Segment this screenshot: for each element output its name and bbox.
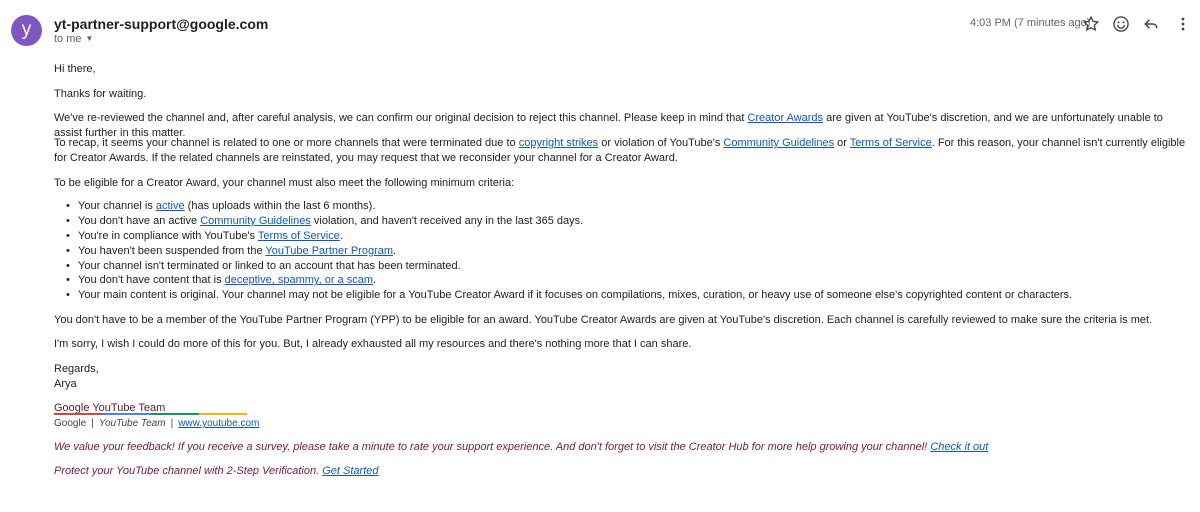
sender-email[interactable]: yt-partner-support@google.com [54,16,268,32]
ypp-paragraph: You don't have to be a member of the You… [54,314,1153,326]
copyright-strikes-link[interactable]: copyright strikes [519,137,598,149]
star-icon[interactable] [1081,14,1101,34]
agent-name: Arya [54,378,77,390]
text: . [393,244,397,257]
list-item: You don't have content that is deceptive… [66,273,1072,288]
text: To recap, it seems your channel is relat… [54,137,519,149]
criteria-list: Your channel is active (has uploads with… [66,199,1073,303]
list-item: Your main content is original. Your chan… [66,288,1073,303]
text: You don't have an active [78,214,201,227]
get-started-link[interactable]: Get Started [322,465,378,477]
community-guidelines-link[interactable]: Community Guidelines [723,137,834,149]
two-step-line: Protect your YouTube channel with 2-Step… [54,464,379,479]
more-vert-icon[interactable] [1173,14,1193,34]
regards: Regards, [54,363,99,375]
text: Your channel isn't terminated or linked … [78,259,461,272]
apology-paragraph: I'm sorry, I wish I could do more of thi… [54,338,692,350]
criteria-intro: To be eligible for a Creator Award, your… [54,177,515,189]
greeting: Hi there, [54,63,96,75]
email-timestamp: 4:03 PM (7 minutes ago) [970,17,1091,29]
sender-avatar[interactable]: y [11,15,42,46]
signature-color-bar [54,413,247,415]
list-item: Your channel isn't terminated or linked … [66,259,1072,274]
signature-youtube-team: YouTube Team [98,418,166,429]
text: . [339,229,343,242]
terms-of-service-link[interactable]: Terms of Service [850,137,932,149]
youtube-site-link[interactable]: www.youtube.com [178,418,259,429]
separator: | [170,418,174,429]
text: or [834,137,850,149]
text: You're in compliance with YouTube's [78,229,258,242]
list-item: You don't have an active Community Guide… [66,214,1072,229]
emoji-icon[interactable] [1111,14,1131,34]
thanks-line: Thanks for waiting. [54,88,147,100]
reply-icon[interactable] [1141,14,1161,34]
text: or violation of YouTube's [598,137,724,149]
terms-of-service-link[interactable]: Terms of Service [258,230,340,242]
recipient-label: to me [54,33,82,45]
separator: | [91,418,94,429]
text: Your channel is [78,200,156,212]
recap-paragraph: To recap, it seems your channel is relat… [54,136,1189,166]
text: violation, and haven't received any in t… [310,214,584,227]
youtube-partner-program-link[interactable]: YouTube Partner Program [265,245,393,257]
closing: Regards, Arya [54,362,99,392]
recipient-line: to me ▼ [54,33,93,45]
list-item: You haven't been suspended from the YouT… [66,244,1072,259]
signature-links: Google | YouTube Team | www.youtube.com [54,416,259,431]
email-header: y yt-partner-support@google.com to me ▼ 4… [0,0,1200,52]
feedback-line: We value your feedback! If you receive a… [54,440,988,455]
active-link[interactable]: active [156,200,185,212]
list-item: Your channel is active (has uploads with… [66,199,1072,214]
signature-google: Google [54,418,87,429]
text: We value your feedback! If you receive a… [54,441,931,453]
recipient-details-caret-icon[interactable]: ▼ [86,34,94,43]
text: You don't have content that is [78,274,225,287]
text: Protect your YouTube channel with 2-Step… [54,465,323,477]
text: Your main content is original. Your chan… [78,289,1073,302]
text: You haven't been suspended from the [78,244,266,257]
list-item: You're in compliance with YouTube's Term… [66,229,1072,244]
text: . [373,274,377,287]
check-it-out-link[interactable]: Check it out [930,441,988,453]
deceptive-spammy-scam-link[interactable]: deceptive, spammy, or a scam [225,274,373,286]
creator-awards-link[interactable]: Creator Awards [747,112,823,124]
community-guidelines-link[interactable]: Community Guidelines [200,215,311,227]
text: We've re-reviewed the channel and, after… [54,112,748,124]
text: (has uploads within the last 6 months). [184,200,376,212]
